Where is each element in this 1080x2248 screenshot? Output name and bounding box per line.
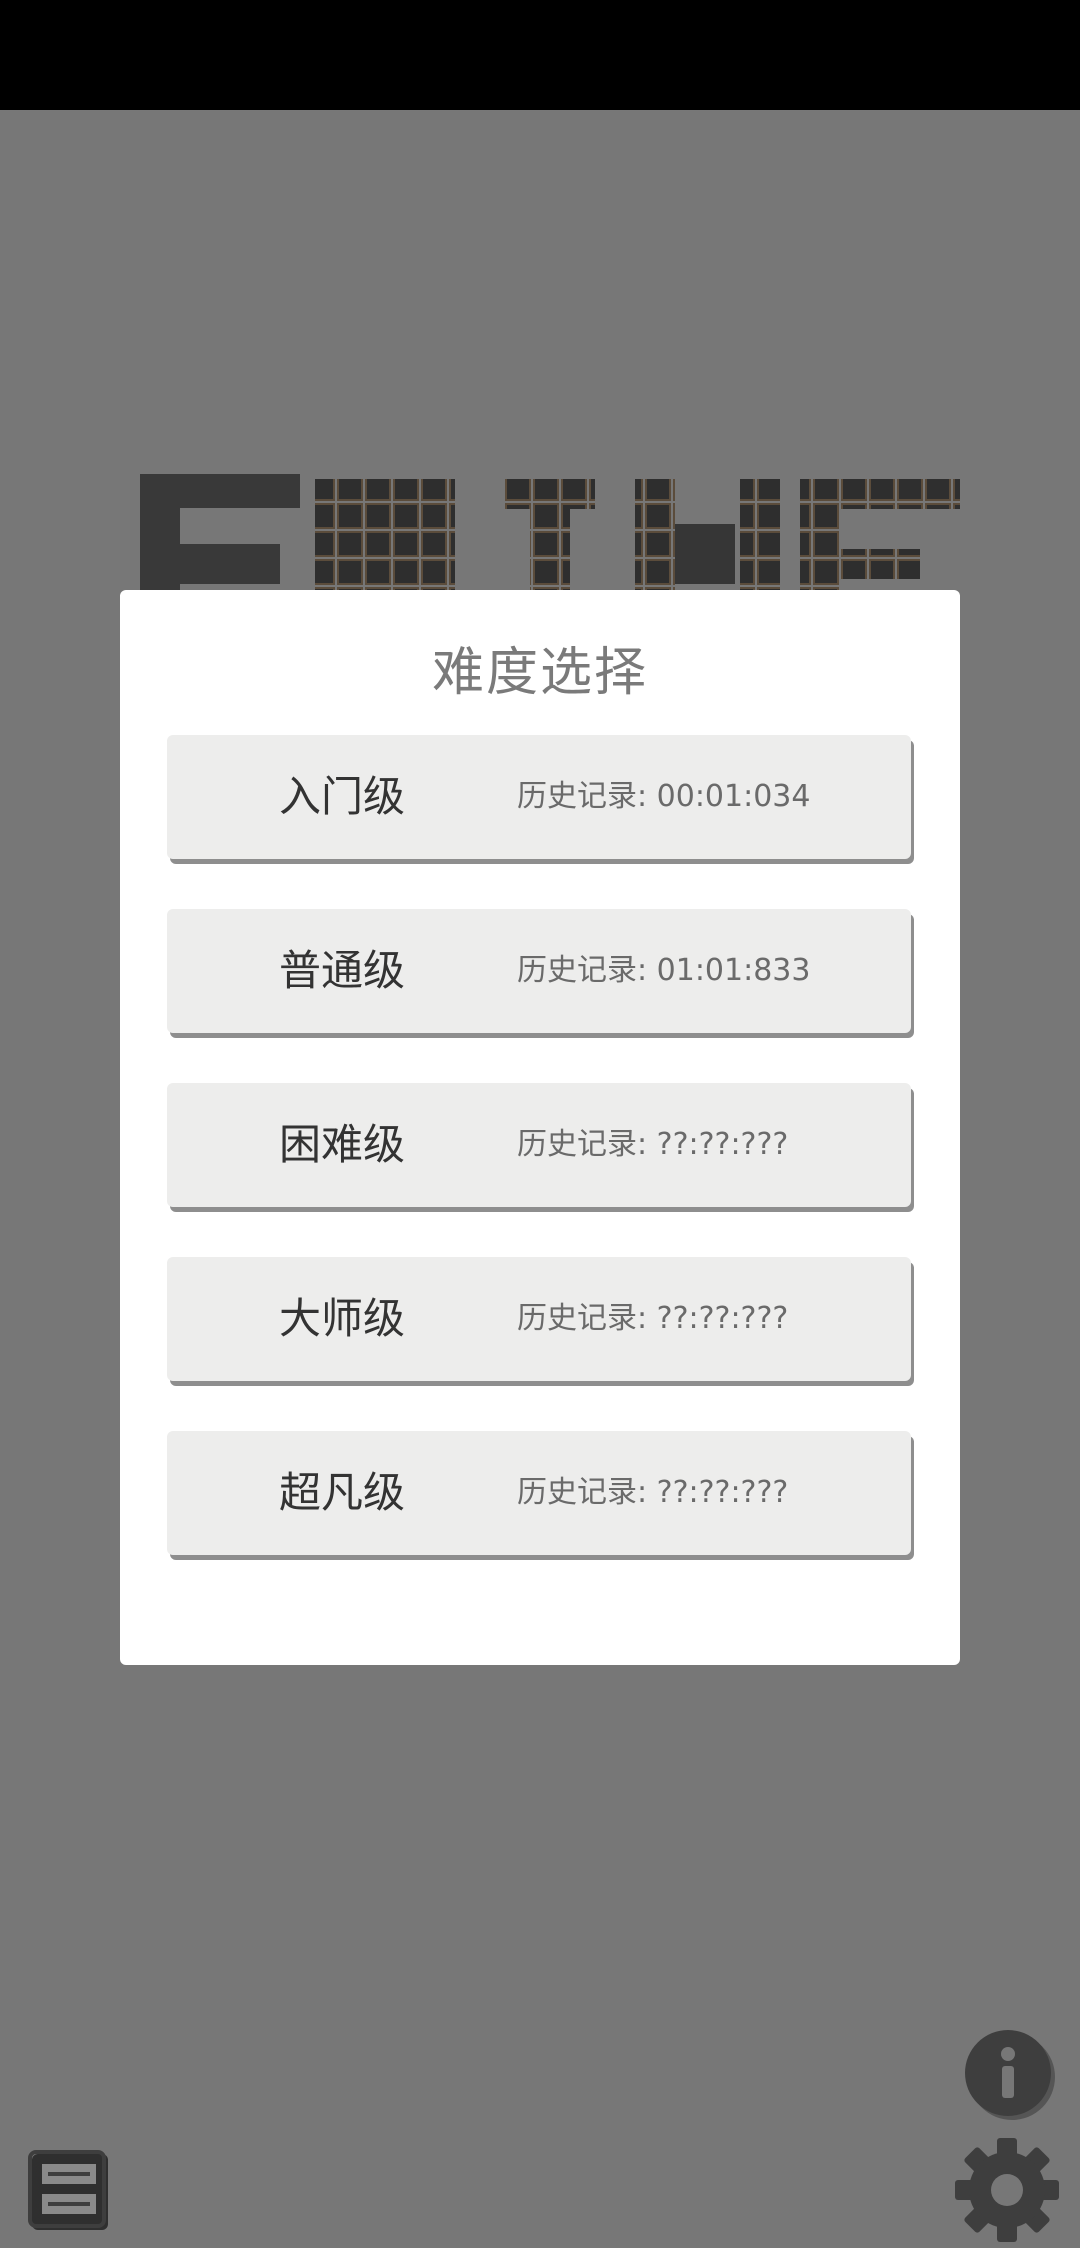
level-button-hard[interactable]: 困难级 历史记录: ??:??:??? xyxy=(167,1083,911,1207)
level-button-extraordinary[interactable]: 超凡级 历史记录: ??:??:??? xyxy=(167,1431,911,1555)
level-record: 历史记录: ??:??:??? xyxy=(517,1301,789,1336)
level-button-normal[interactable]: 普通级 历史记录: 01:01:833 xyxy=(167,909,911,1033)
dialog-title: 难度选择 xyxy=(431,643,648,703)
gear-icon xyxy=(955,2138,1059,2242)
settings-button[interactable] xyxy=(955,2138,1059,2242)
archive-icon xyxy=(28,2150,108,2230)
level-name: 超凡级 xyxy=(278,1468,405,1517)
level-name: 普通级 xyxy=(278,946,405,995)
level-record: 历史记录: ??:??:??? xyxy=(517,1475,789,1510)
level-button-master[interactable]: 大师级 历史记录: ??:??:??? xyxy=(167,1257,911,1381)
info-button[interactable] xyxy=(965,2030,1051,2116)
level-button-beginner[interactable]: 入门级 历史记录: 00:01:034 xyxy=(167,735,911,859)
info-icon xyxy=(1001,2047,1015,2098)
records-button[interactable] xyxy=(28,2150,110,2232)
level-record: 历史记录: 01:01:833 xyxy=(517,953,811,988)
difficulty-dialog: 难度选择 入门级 历史记录: 00:01:034 普通级 历史记录: 01:01… xyxy=(120,590,960,1665)
level-name: 入门级 xyxy=(278,772,405,821)
level-record: 历史记录: 00:01:034 xyxy=(517,779,811,814)
status-bar xyxy=(0,0,1080,110)
level-name: 大师级 xyxy=(278,1294,405,1343)
level-record: 历史记录: ??:??:??? xyxy=(517,1127,789,1162)
level-name: 困难级 xyxy=(278,1120,405,1169)
